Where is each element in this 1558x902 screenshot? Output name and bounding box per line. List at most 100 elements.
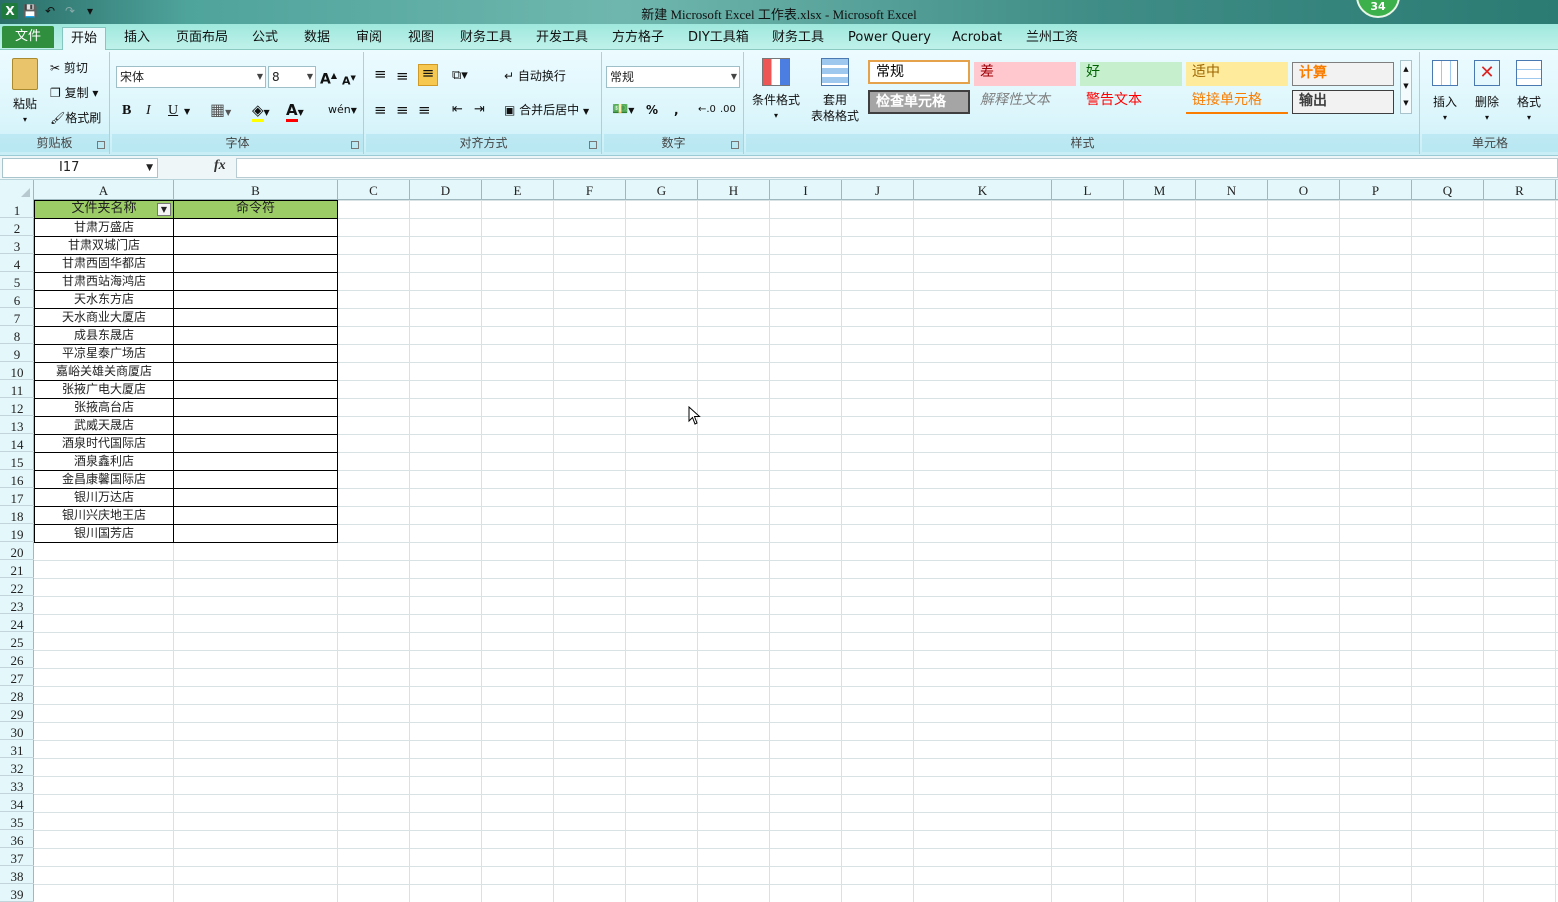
- align-center-icon[interactable]: ≡: [396, 102, 409, 118]
- orientation-icon[interactable]: ⧉▾: [452, 68, 468, 84]
- table-cell-command[interactable]: [173, 309, 338, 327]
- table-cell-folder-name[interactable]: 张掖高台店: [34, 399, 174, 417]
- row-header-17[interactable]: 17: [0, 488, 34, 506]
- row-header-35[interactable]: 35: [0, 812, 34, 830]
- column-header-H[interactable]: H: [698, 180, 770, 200]
- comma-style-button[interactable]: ,: [674, 102, 679, 118]
- copy-button[interactable]: ❐ 复制 ▾: [50, 85, 98, 101]
- table-cell-command[interactable]: [173, 363, 338, 381]
- tab-home[interactable]: 开始: [62, 27, 107, 51]
- table-cell-folder-name[interactable]: 平凉星泰广场店: [34, 345, 174, 363]
- tab-data[interactable]: 数据: [296, 27, 338, 50]
- table-header-command[interactable]: 命令符: [173, 200, 338, 219]
- accounting-format-icon[interactable]: 💵▼: [612, 102, 634, 119]
- column-header-K[interactable]: K: [914, 180, 1052, 200]
- column-header-M[interactable]: M: [1124, 180, 1196, 200]
- align-right-icon[interactable]: ≡: [418, 102, 431, 118]
- align-bottom-icon[interactable]: ≡: [418, 64, 438, 86]
- table-cell-folder-name[interactable]: 武威天晟店: [34, 417, 174, 435]
- cell-style-output[interactable]: 输出: [1292, 90, 1394, 114]
- cells-area[interactable]: 文件夹名称 ▼ 命令符 甘肃万盛店 甘肃双城门店 甘肃西固华都店 甘肃西站海鸿店 天水东方店天…: [34, 200, 1558, 902]
- font-size-select[interactable]: 8 ▼: [268, 66, 316, 88]
- table-cell-folder-name[interactable]: 甘肃万盛店: [34, 219, 174, 237]
- format-cells-button[interactable]: 格式 ▾: [1514, 60, 1544, 126]
- name-box[interactable]: I17 ▼: [2, 158, 158, 178]
- column-header-R[interactable]: R: [1484, 180, 1556, 200]
- row-header-26[interactable]: 26: [0, 650, 34, 668]
- cell-style-check-cell[interactable]: 检查单元格: [868, 90, 970, 114]
- row-header-33[interactable]: 33: [0, 776, 34, 794]
- align-middle-icon[interactable]: ≡: [396, 68, 409, 84]
- table-cell-folder-name[interactable]: 银川万达店: [34, 489, 174, 507]
- table-cell-command[interactable]: [173, 291, 338, 309]
- row-header-5[interactable]: 5: [0, 272, 34, 290]
- table-cell-folder-name[interactable]: 成县东晟店: [34, 327, 174, 345]
- tab-developer[interactable]: 开发工具: [528, 27, 596, 50]
- column-header-P[interactable]: P: [1340, 180, 1412, 200]
- phonetic-button[interactable]: wén▼: [328, 102, 357, 119]
- tab-file[interactable]: 文件: [2, 26, 54, 48]
- tab-finance-tools[interactable]: 财务工具: [452, 27, 520, 50]
- format-painter-button[interactable]: 🖌格式刷: [50, 110, 101, 126]
- row-header-28[interactable]: 28: [0, 686, 34, 704]
- row-header-29[interactable]: 29: [0, 704, 34, 722]
- italic-button[interactable]: I: [146, 103, 151, 119]
- column-header-Q[interactable]: Q: [1412, 180, 1484, 200]
- row-header-24[interactable]: 24: [0, 614, 34, 632]
- tab-lanzhou-salary[interactable]: 兰州工资: [1018, 27, 1086, 50]
- select-all-corner[interactable]: [0, 180, 34, 200]
- worksheet-grid[interactable]: ABCDEFGHIJKLMNOPQR 1 2 3 4 5 6 7 8 9 10 11 12 13 14 15…: [0, 180, 1558, 902]
- row-header-13[interactable]: 13: [0, 416, 34, 434]
- row-header-32[interactable]: 32: [0, 758, 34, 776]
- paste-button[interactable]: 粘贴 ▾: [10, 58, 40, 128]
- row-header-4[interactable]: 4: [0, 254, 34, 272]
- row-header-8[interactable]: 8: [0, 326, 34, 344]
- align-left-icon[interactable]: ≡: [374, 102, 387, 118]
- row-header-10[interactable]: 10: [0, 362, 34, 380]
- table-cell-command[interactable]: [173, 399, 338, 417]
- borders-button[interactable]: ▦▼: [210, 102, 231, 121]
- table-cell-folder-name[interactable]: 天水商业大厦店: [34, 309, 174, 327]
- tab-finance-tools-2[interactable]: 财务工具: [764, 27, 832, 50]
- table-cell-folder-name[interactable]: 甘肃双城门店: [34, 237, 174, 255]
- row-header-31[interactable]: 31: [0, 740, 34, 758]
- table-cell-folder-name[interactable]: 银川国芳店: [34, 525, 174, 543]
- column-header-O[interactable]: O: [1268, 180, 1340, 200]
- insert-cells-button[interactable]: 插入 ▾: [1430, 60, 1460, 126]
- tab-diy-toolbox[interactable]: DIY工具箱: [680, 27, 757, 50]
- table-cell-command[interactable]: [173, 489, 338, 507]
- font-color-button[interactable]: A▼: [286, 101, 304, 122]
- table-cell-folder-name[interactable]: 嘉峪关雄关商厦店: [34, 363, 174, 381]
- table-cell-command[interactable]: [173, 327, 338, 345]
- filter-dropdown-icon[interactable]: ▼: [157, 203, 171, 216]
- formula-input[interactable]: [236, 158, 1558, 178]
- decrease-decimal-icon[interactable]: .00: [720, 102, 736, 118]
- row-header-7[interactable]: 7: [0, 308, 34, 326]
- number-launcher-icon[interactable]: [731, 141, 739, 149]
- row-header-22[interactable]: 22: [0, 578, 34, 596]
- tab-power-query[interactable]: Power Query: [840, 27, 939, 50]
- table-cell-command[interactable]: [173, 273, 338, 291]
- tab-page-layout[interactable]: 页面布局: [168, 27, 236, 50]
- column-header-B[interactable]: B: [174, 180, 338, 200]
- row-header-25[interactable]: 25: [0, 632, 34, 650]
- shrink-font-button[interactable]: A▼: [342, 70, 356, 90]
- row-header-38[interactable]: 38: [0, 866, 34, 884]
- insert-function-icon[interactable]: fx: [214, 158, 226, 174]
- table-cell-folder-name[interactable]: 甘肃西固华都店: [34, 255, 174, 273]
- row-header-11[interactable]: 11: [0, 380, 34, 398]
- table-header-folder-name[interactable]: 文件夹名称 ▼: [34, 200, 174, 219]
- increase-decimal-icon[interactable]: ←.0: [698, 102, 716, 118]
- percent-style-button[interactable]: %: [646, 102, 658, 118]
- row-header-18[interactable]: 18: [0, 506, 34, 524]
- row-header-16[interactable]: 16: [0, 470, 34, 488]
- table-cell-command[interactable]: [173, 417, 338, 435]
- row-header-6[interactable]: 6: [0, 290, 34, 308]
- align-top-icon[interactable]: ≡: [374, 66, 387, 82]
- row-header-3[interactable]: 3: [0, 236, 34, 254]
- row-header-37[interactable]: 37: [0, 848, 34, 866]
- table-cell-command[interactable]: [173, 453, 338, 471]
- table-cell-command[interactable]: [173, 507, 338, 525]
- column-header-L[interactable]: L: [1052, 180, 1124, 200]
- conditional-format-button[interactable]: 条件格式 ▾: [750, 58, 802, 124]
